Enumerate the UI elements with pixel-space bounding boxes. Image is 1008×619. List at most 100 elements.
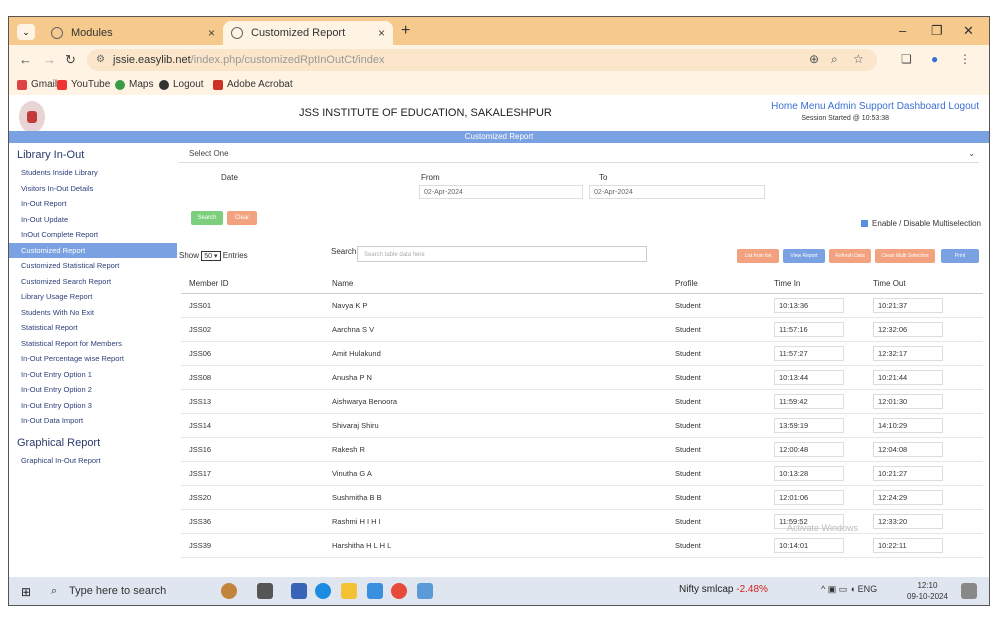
table-row[interactable]: JSS02 Aarchna S V Student 11:57:16 12:32:06: [181, 317, 983, 342]
to-date-input[interactable]: 02-Apr-2024: [589, 185, 765, 199]
bookmark-maps[interactable]: Maps: [115, 79, 153, 90]
sidebar-item-selected[interactable]: Customized Report: [9, 242, 177, 258]
entries-select[interactable]: 50 ▾: [201, 251, 221, 261]
sidebar-item[interactable]: Library Usage Report: [9, 289, 177, 305]
zoom-icon[interactable]: ⊕: [809, 52, 819, 66]
top-nav-links[interactable]: Home Menu Admin Support Dashboard Logout: [771, 101, 979, 112]
sidebar-item[interactable]: In-Out Entry Option 2: [9, 382, 177, 398]
sidebar-item[interactable]: In-Out Entry Option 3: [9, 398, 177, 414]
table-row[interactable]: JSS20 Sushmitha B B Student 12:01:06 12:24:2…: [181, 485, 983, 510]
time-in-cell: 13:59:19: [766, 413, 865, 438]
profile-icon[interactable]: ●: [931, 52, 938, 66]
search-button[interactable]: Search: [191, 211, 223, 225]
file-explorer-icon[interactable]: [341, 583, 357, 599]
page-title-band: Customized Report: [9, 131, 989, 143]
sidebar-item[interactable]: Graphical In-Out Report: [9, 453, 177, 469]
sidebar-item[interactable]: Customized Search Report: [9, 274, 177, 290]
sidebar-item[interactable]: Customized Statistical Report: [9, 258, 177, 274]
view-report-button[interactable]: View Report: [783, 249, 825, 263]
task-view-icon[interactable]: [257, 583, 273, 599]
table-row[interactable]: JSS06 Amit Hulakund Student 11:57:27 12:32:1…: [181, 341, 983, 366]
close-window-icon[interactable]: ✕: [963, 23, 974, 39]
col-time-out[interactable]: Time Out: [865, 273, 983, 294]
name-cell: Vinutha G A: [324, 461, 667, 486]
time-in-cell: 11:59:42: [766, 389, 865, 414]
search-icon[interactable]: ⌕: [831, 52, 838, 67]
sidebar-item[interactable]: Visitors In-Out Details: [9, 181, 177, 197]
extensions-icon[interactable]: ❏: [901, 52, 912, 66]
sidebar-item[interactable]: In-Out Data Import: [9, 413, 177, 429]
system-tray[interactable]: ^ ▣ ▭ ◖ ENG: [821, 584, 877, 595]
taskbar-search[interactable]: ⌕ Type here to search: [45, 580, 195, 602]
new-tab-button[interactable]: +: [401, 22, 410, 40]
site-info-icon[interactable]: ⚙: [96, 49, 105, 71]
bookmark-adobe[interactable]: Adobe Acrobat: [213, 79, 293, 90]
table-search-input[interactable]: Search table data here: [357, 246, 647, 262]
table-row[interactable]: JSS36 Rashmi H I H I Student 11:59:52 12:33:…: [181, 509, 983, 534]
table-row[interactable]: JSS13 Aishwarya Benoora Student 11:59:42 12:…: [181, 389, 983, 414]
list-from-list-button[interactable]: List from list: [737, 249, 779, 263]
table-row[interactable]: JSS16 Rakesh R Student 12:00:48 12:04:08: [181, 437, 983, 462]
col-time-in[interactable]: Time In: [766, 273, 865, 294]
globe-icon: [51, 27, 63, 39]
pirate-widget-icon[interactable]: [221, 583, 237, 599]
sidebar-item[interactable]: Statistical Report: [9, 320, 177, 336]
tab-customized-report[interactable]: Customized Report ×: [223, 21, 393, 45]
table-row[interactable]: JSS17 Vinutha G A Student 10:13:28 10:21:27: [181, 461, 983, 486]
clean-multi-selection-button[interactable]: Clean Multi Selection: [875, 249, 935, 263]
menu-icon[interactable]: ⋮: [959, 52, 971, 66]
clear-button[interactable]: Clear: [227, 211, 257, 225]
close-tab-icon[interactable]: ×: [208, 26, 215, 40]
name-cell: Amit Hulakund: [324, 341, 667, 366]
multiselect-toggle[interactable]: Enable / Disable Multiselection: [861, 219, 981, 228]
reload-icon[interactable]: ↻: [65, 52, 76, 68]
table-row[interactable]: JSS39 Harshitha H L H L Student 10:14:01 10:…: [181, 533, 983, 558]
time-in-cell-text: 12:00:48: [774, 442, 844, 457]
notification-icon[interactable]: [961, 583, 977, 599]
chrome-icon[interactable]: [391, 583, 407, 599]
url-field[interactable]: ⚙ jssie.easylib.net/index.php/customized…: [87, 49, 877, 71]
sidebar-item[interactable]: InOut Complete Report: [9, 227, 177, 243]
bookmark-logout[interactable]: Logout: [159, 79, 204, 90]
app-icon[interactable]: [291, 583, 307, 599]
clock[interactable]: 12:10 09-10-2024: [907, 580, 948, 602]
sidebar-item[interactable]: Students With No Exit: [9, 305, 177, 321]
sidebar-item[interactable]: Statistical Report for Members: [9, 336, 177, 352]
minimize-icon[interactable]: –: [899, 23, 906, 38]
bookmark-gmail[interactable]: Gmail: [17, 79, 57, 90]
from-date-input[interactable]: 02-Apr-2024: [419, 185, 583, 199]
photos-icon[interactable]: [417, 583, 433, 599]
col-name[interactable]: Name: [324, 273, 667, 294]
stock-widget[interactable]: Nifty smlcap -2.48%: [679, 584, 768, 595]
time-in-cell-text: 13:59:19: [774, 418, 844, 433]
time-in-cell: 12:00:48: [766, 437, 865, 462]
sidebar-item[interactable]: In-Out Entry Option 1: [9, 367, 177, 383]
sidebar-item[interactable]: In-Out Update: [9, 212, 177, 228]
back-icon[interactable]: ←: [19, 52, 32, 67]
name-cell-text: Rashmi H I H I: [332, 517, 381, 526]
tab-modules[interactable]: Modules ×: [43, 21, 223, 45]
col-member-id[interactable]: Member ID: [181, 273, 324, 294]
edge-icon[interactable]: [315, 583, 331, 599]
name-cell: Sushmitha B B: [324, 485, 667, 510]
windows-start-icon[interactable]: ⊞: [21, 585, 31, 599]
report-type-select[interactable]: Select One ⌄: [179, 149, 979, 163]
session-started: Session Started @ 10:53:38: [801, 115, 889, 122]
print-button[interactable]: Print: [941, 249, 979, 263]
table-row[interactable]: JSS14 Shivaraj Shiru Student 13:59:19 14:10:…: [181, 413, 983, 438]
close-tab-icon[interactable]: ×: [378, 26, 385, 40]
member-id-cell-text: JSS17: [189, 469, 212, 478]
maximize-icon[interactable]: ❐: [931, 23, 943, 39]
col-profile[interactable]: Profile: [667, 273, 766, 294]
sidebar-item[interactable]: In-Out Report: [9, 196, 177, 212]
forward-icon[interactable]: →: [43, 52, 56, 67]
refresh-data-button[interactable]: Refresh Data: [829, 249, 871, 263]
table-row[interactable]: JSS01 Navya K P Student 10:13:36 10:21:37: [181, 293, 983, 318]
bookmark-youtube[interactable]: YouTube: [57, 79, 110, 90]
sidebar-item[interactable]: In-Out Percentage wise Report: [9, 351, 177, 367]
table-row[interactable]: JSS08 Anusha P N Student 10:13:44 10:21:44: [181, 365, 983, 390]
sidebar-item[interactable]: Students Inside Library: [9, 165, 177, 181]
star-icon[interactable]: ☆: [853, 52, 864, 66]
tab-search-icon[interactable]: ⌄: [17, 24, 35, 40]
mail-icon[interactable]: [367, 583, 383, 599]
